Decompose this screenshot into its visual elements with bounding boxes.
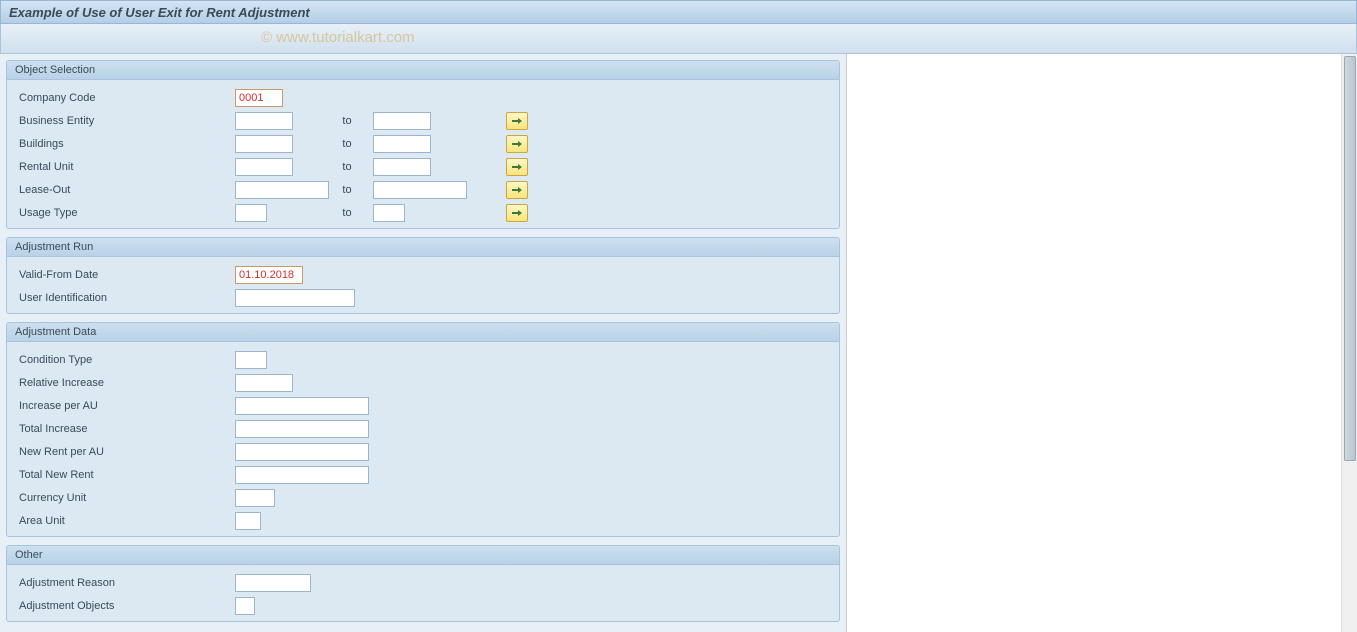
label-to-buildings: to bbox=[333, 138, 361, 150]
label-to-business-entity: to bbox=[333, 115, 361, 127]
watermark-text: © www.tutorialkart.com bbox=[261, 29, 415, 46]
multi-select-business-entity[interactable] bbox=[506, 112, 528, 130]
label-relative-increase: Relative Increase bbox=[15, 377, 235, 389]
input-rental-unit-from[interactable] bbox=[235, 158, 293, 176]
row-adjustment-objects: Adjustment Objects bbox=[15, 594, 831, 617]
label-adjustment-objects: Adjustment Objects bbox=[15, 600, 235, 612]
input-currency-unit[interactable] bbox=[235, 489, 275, 507]
row-total-increase: Total Increase bbox=[15, 417, 831, 440]
label-currency-unit: Currency Unit bbox=[15, 492, 235, 504]
row-business-entity: Business Entity to bbox=[15, 109, 831, 132]
input-adjustment-reason[interactable] bbox=[235, 574, 311, 592]
section-adjustment-data: Adjustment Data Condition Type Relative … bbox=[6, 322, 840, 537]
page-title: Example of Use of User Exit for Rent Adj… bbox=[9, 5, 310, 20]
label-rental-unit: Rental Unit bbox=[15, 161, 235, 173]
row-lease-out: Lease-Out to bbox=[15, 178, 831, 201]
row-valid-from: Valid-From Date bbox=[15, 263, 831, 286]
input-total-increase[interactable] bbox=[235, 420, 369, 438]
arrow-right-icon bbox=[512, 117, 522, 125]
label-usage-type: Usage Type bbox=[15, 207, 235, 219]
section-object-selection: Object Selection Company Code Business E… bbox=[6, 60, 840, 229]
input-new-rent-per-au[interactable] bbox=[235, 443, 369, 461]
multi-select-usage-type[interactable] bbox=[506, 204, 528, 222]
input-company-code[interactable] bbox=[235, 89, 283, 107]
input-buildings-from[interactable] bbox=[235, 135, 293, 153]
label-to-lease-out: to bbox=[333, 184, 361, 196]
input-increase-per-au[interactable] bbox=[235, 397, 369, 415]
arrow-right-icon bbox=[512, 163, 522, 171]
label-user-id: User Identification bbox=[15, 292, 235, 304]
main-area: Object Selection Company Code Business E… bbox=[0, 54, 1357, 632]
row-buildings: Buildings to bbox=[15, 132, 831, 155]
row-user-id: User Identification bbox=[15, 286, 831, 309]
row-increase-per-au: Increase per AU bbox=[15, 394, 831, 417]
section-header-adjustment-run: Adjustment Run bbox=[7, 238, 839, 257]
label-total-new-rent: Total New Rent bbox=[15, 469, 235, 481]
multi-select-lease-out[interactable] bbox=[506, 181, 528, 199]
input-area-unit[interactable] bbox=[235, 512, 261, 530]
label-company-code: Company Code bbox=[15, 92, 235, 104]
input-rental-unit-to[interactable] bbox=[373, 158, 431, 176]
input-lease-out-from[interactable] bbox=[235, 181, 329, 199]
multi-select-rental-unit[interactable] bbox=[506, 158, 528, 176]
section-body-adjustment-run: Valid-From Date User Identification bbox=[7, 257, 839, 313]
row-adjustment-reason: Adjustment Reason bbox=[15, 571, 831, 594]
arrow-right-icon bbox=[512, 140, 522, 148]
section-body-adjustment-data: Condition Type Relative Increase Increas… bbox=[7, 342, 839, 536]
section-body-other: Adjustment Reason Adjustment Objects bbox=[7, 565, 839, 621]
section-header-object-selection: Object Selection bbox=[7, 61, 839, 80]
row-company-code: Company Code bbox=[15, 86, 831, 109]
input-buildings-to[interactable] bbox=[373, 135, 431, 153]
arrow-right-icon bbox=[512, 209, 522, 217]
label-valid-from: Valid-From Date bbox=[15, 269, 235, 281]
multi-select-buildings[interactable] bbox=[506, 135, 528, 153]
section-header-other: Other bbox=[7, 546, 839, 565]
toolbar: © www.tutorialkart.com bbox=[0, 24, 1357, 54]
input-usage-type-from[interactable] bbox=[235, 204, 267, 222]
label-condition-type: Condition Type bbox=[15, 354, 235, 366]
row-currency-unit: Currency Unit bbox=[15, 486, 831, 509]
label-to-usage-type: to bbox=[333, 207, 361, 219]
label-to-rental-unit: to bbox=[333, 161, 361, 173]
outer-scroll-thumb[interactable] bbox=[1344, 56, 1356, 461]
input-condition-type[interactable] bbox=[235, 351, 267, 369]
input-usage-type-to[interactable] bbox=[373, 204, 405, 222]
section-header-adjustment-data: Adjustment Data bbox=[7, 323, 839, 342]
label-new-rent-per-au: New Rent per AU bbox=[15, 446, 235, 458]
label-area-unit: Area Unit bbox=[15, 515, 235, 527]
section-adjustment-run: Adjustment Run Valid-From Date User Iden… bbox=[6, 237, 840, 314]
label-buildings: Buildings bbox=[15, 138, 235, 150]
row-usage-type: Usage Type to bbox=[15, 201, 831, 224]
arrow-right-icon bbox=[512, 186, 522, 194]
input-adjustment-objects[interactable] bbox=[235, 597, 255, 615]
row-rental-unit: Rental Unit to bbox=[15, 155, 831, 178]
row-new-rent-per-au: New Rent per AU bbox=[15, 440, 831, 463]
input-relative-increase[interactable] bbox=[235, 374, 293, 392]
input-total-new-rent[interactable] bbox=[235, 466, 369, 484]
section-body-object-selection: Company Code Business Entity to Building… bbox=[7, 80, 839, 228]
input-lease-out-to[interactable] bbox=[373, 181, 467, 199]
title-bar: Example of Use of User Exit for Rent Adj… bbox=[0, 0, 1357, 24]
label-adjustment-reason: Adjustment Reason bbox=[15, 577, 235, 589]
row-relative-increase: Relative Increase bbox=[15, 371, 831, 394]
input-valid-from[interactable] bbox=[235, 266, 303, 284]
label-lease-out: Lease-Out bbox=[15, 184, 235, 196]
input-business-entity-to[interactable] bbox=[373, 112, 431, 130]
row-area-unit: Area Unit bbox=[15, 509, 831, 532]
right-blank-panel: ▴ ▾ bbox=[846, 54, 1357, 632]
label-business-entity: Business Entity bbox=[15, 115, 235, 127]
input-user-id[interactable] bbox=[235, 289, 355, 307]
label-increase-per-au: Increase per AU bbox=[15, 400, 235, 412]
label-total-increase: Total Increase bbox=[15, 423, 235, 435]
section-other: Other Adjustment Reason Adjustment Objec… bbox=[6, 545, 840, 622]
row-total-new-rent: Total New Rent bbox=[15, 463, 831, 486]
content-panel: Object Selection Company Code Business E… bbox=[0, 54, 846, 632]
input-business-entity-from[interactable] bbox=[235, 112, 293, 130]
outer-scrollbar[interactable] bbox=[1341, 54, 1357, 632]
row-condition-type: Condition Type bbox=[15, 348, 831, 371]
